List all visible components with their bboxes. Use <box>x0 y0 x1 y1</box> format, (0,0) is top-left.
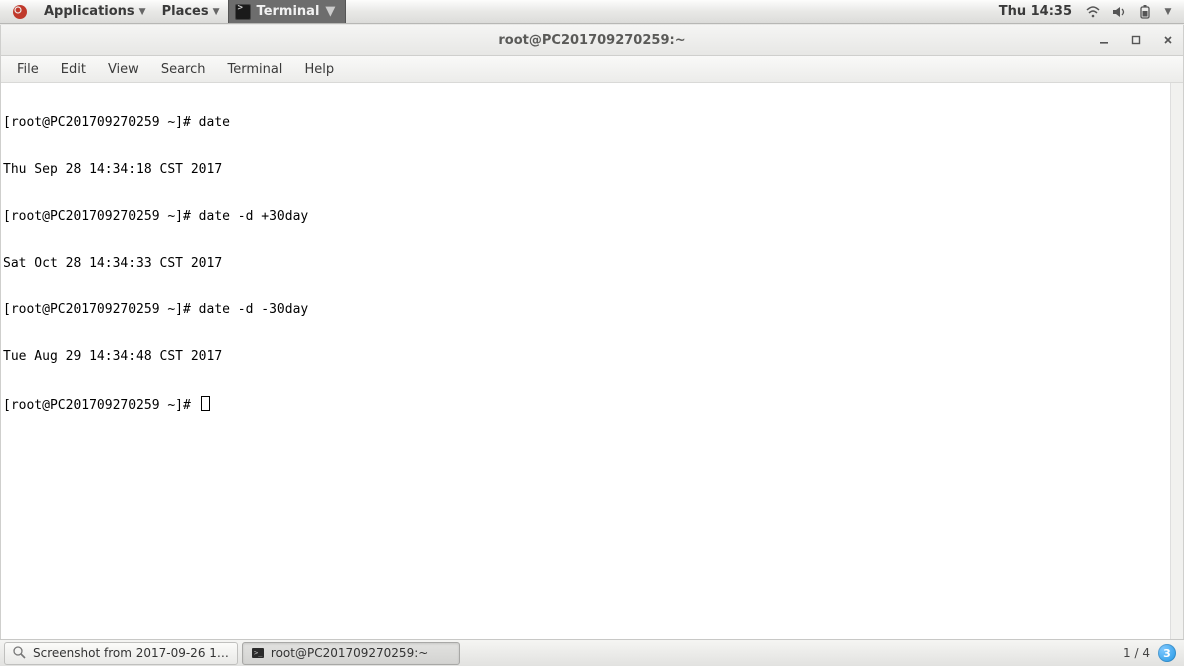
terminal-prompt: [root@PC201709270259 ~]# <box>3 398 199 413</box>
menu-help[interactable]: Help <box>294 59 344 80</box>
menu-search[interactable]: Search <box>151 59 216 80</box>
svg-text:>_: >_ <box>254 649 263 657</box>
terminal-icon <box>235 4 251 20</box>
terminal-body[interactable]: [root@PC201709270259 ~]# date Thu Sep 28… <box>1 83 1183 639</box>
applications-menu[interactable]: Applications ▼ <box>36 0 154 23</box>
taskbar-item-terminal[interactable]: >_ root@PC201709270259:~ <box>242 642 460 665</box>
menu-edit[interactable]: Edit <box>51 59 96 80</box>
screenshot-icon <box>13 646 27 660</box>
titlebar[interactable]: root@PC201709270259:~ <box>1 25 1183 56</box>
volume-icon[interactable] <box>1110 3 1128 21</box>
maximize-button[interactable] <box>1129 33 1143 47</box>
active-app-indicator[interactable]: Terminal ▼ <box>228 0 347 23</box>
workspace-indicator[interactable]: 1 / 4 <box>1123 646 1150 660</box>
terminal-line: Thu Sep 28 14:34:18 CST 2017 <box>3 162 1181 178</box>
menubar: File Edit View Search Terminal Help <box>1 56 1183 83</box>
terminal-line: Tue Aug 29 14:34:48 CST 2017 <box>3 349 1181 365</box>
close-button[interactable] <box>1161 33 1175 47</box>
clock[interactable]: Thu 14:35 <box>995 4 1076 19</box>
bottom-panel: Screenshot from 2017-09-26 1… >_ root@PC… <box>0 639 1184 666</box>
terminal-line: Sat Oct 28 14:34:33 CST 2017 <box>3 256 1181 272</box>
taskbar-item-label: Screenshot from 2017-09-26 1… <box>33 646 229 660</box>
menu-file[interactable]: File <box>7 59 49 80</box>
terminal-window: root@PC201709270259:~ File Edit View Sea… <box>0 25 1184 639</box>
chevron-down-icon[interactable]: ▼ <box>1162 3 1174 21</box>
terminal-line: [root@PC201709270259 ~]# date <box>3 115 1181 131</box>
scrollbar[interactable] <box>1170 83 1183 639</box>
network-icon[interactable] <box>1084 3 1102 21</box>
active-app-label: Terminal <box>257 4 320 19</box>
terminal-line: [root@PC201709270259 ~]# date -d -30day <box>3 302 1181 318</box>
cursor-icon <box>201 396 210 411</box>
taskbar-item-screenshot[interactable]: Screenshot from 2017-09-26 1… <box>4 642 238 665</box>
places-label: Places <box>162 4 209 19</box>
notification-badge[interactable]: 3 <box>1158 644 1176 662</box>
menu-view[interactable]: View <box>98 59 149 80</box>
chevron-down-icon: ▼ <box>213 7 220 17</box>
chevron-down-icon: ▼ <box>139 7 146 17</box>
fedora-icon <box>12 4 28 20</box>
places-menu[interactable]: Places ▼ <box>154 0 228 23</box>
top-panel: Applications ▼ Places ▼ Terminal ▼ Thu 1… <box>0 0 1184 24</box>
chevron-down-icon: ▼ <box>325 4 335 19</box>
minimize-button[interactable] <box>1097 33 1111 47</box>
applications-label: Applications <box>44 4 135 19</box>
terminal-prompt-line: [root@PC201709270259 ~]# <box>3 396 1181 414</box>
terminal-line: [root@PC201709270259 ~]# date -d +30day <box>3 209 1181 225</box>
menu-terminal[interactable]: Terminal <box>217 59 292 80</box>
taskbar-item-label: root@PC201709270259:~ <box>271 646 428 660</box>
distro-icon[interactable] <box>4 0 36 23</box>
terminal-icon: >_ <box>251 646 265 660</box>
window-title: root@PC201709270259:~ <box>498 33 685 48</box>
battery-icon[interactable] <box>1136 3 1154 21</box>
